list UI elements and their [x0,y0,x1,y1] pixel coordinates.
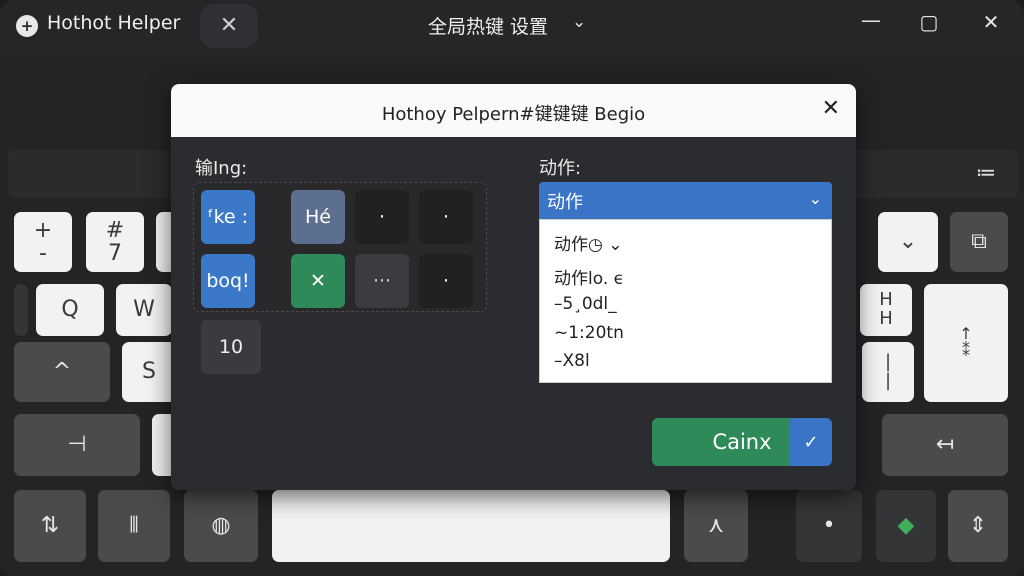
key-cell[interactable]: ᶠke : [201,190,255,244]
dropdown-option[interactable]: –5¸0dl_ [554,294,617,314]
key-cell[interactable]: boq! [201,254,255,308]
chevron-down-icon: ⌄ [808,189,822,208]
keyboard-key[interactable]: ⇅ [14,490,86,562]
keyboard-key[interactable]: • [796,490,862,562]
dialog-title: Hothoy Pelpern#键键键 Begio [381,104,646,125]
cancel-button[interactable]: Cainx [652,418,792,466]
chevron-down-icon[interactable]: ⌄ [572,12,586,32]
settings-title[interactable]: 全局热键 设置 [428,12,548,39]
space-key[interactable] [272,490,670,562]
app-logo-icon: + [16,15,38,37]
keyboard-key[interactable]: ^ [14,342,110,402]
keyboard-key[interactable]: ◆ [876,490,936,562]
keyboard-key[interactable]: ⌄ [878,212,938,272]
action-label: 动作: [539,158,582,179]
globe-icon: ◍ [211,513,231,539]
dialog-header: Hothoy Pelpern#键键键 Begio ✕ [171,84,856,137]
keyboard-key[interactable]: | | [862,342,914,402]
keyboard-key[interactable]: ⦀ [98,490,170,562]
confirm-button[interactable]: ✓ [790,418,832,466]
keyboard-key[interactable]: #7 [86,212,144,272]
tab-close-button[interactable]: ✕ [200,4,258,48]
dropdown-option[interactable]: ~1:20tn [554,323,624,343]
keyboard-key[interactable]: ⋏ [684,490,748,562]
key-cell[interactable]: · [419,190,473,244]
dropdown-option[interactable]: 动作◷ ⌄ [554,230,622,255]
key-cell[interactable]: · [355,190,409,244]
action-select[interactable]: 动作 ⌄ [539,182,832,219]
keyboard-key[interactable]: ⧉ [950,212,1008,272]
keyboard-key[interactable] [14,284,28,336]
key-cell[interactable]: ✕ [291,254,345,308]
select-value: 动作 [547,192,583,213]
input-label: 输Ing: [195,158,248,179]
key-cell[interactable]: Hé [291,190,345,244]
globe-key[interactable]: ◍ [184,490,258,562]
key-cell[interactable]: ··· [355,254,409,308]
keyboard-key[interactable]: ⊣ [14,414,140,476]
window-close-button[interactable]: ✕ [976,10,1006,34]
hotkey-dialog: Hothoy Pelpern#键键键 Begio ✕ 输Ing: 动作: ᶠke… [171,84,856,490]
app-window: + Hothot Helper ✕ 全局热键 设置 ⌄ — ▢ ✕ ≔ + - #… [0,0,1024,576]
list-view-icon[interactable]: ≔ [976,160,996,184]
dropdown-option[interactable]: 动作lo. ϵ [554,264,624,289]
keyboard-key[interactable]: ↑ ⁑ [924,284,1008,402]
key-cell[interactable]: · [419,254,473,308]
keyboard-key[interactable]: S [122,342,176,402]
keyboard-key[interactable]: HH [860,284,912,336]
app-title: Hothot Helper [47,12,181,34]
dialog-close-button[interactable]: ✕ [822,96,840,121]
action-dropdown: 动作◷ ⌄ 动作lo. ϵ –5¸0dl_ ~1:20tn –X8l [539,219,832,383]
maximize-button[interactable]: ▢ [914,10,944,34]
key-cell[interactable]: 10 [201,320,261,374]
keyboard-key[interactable]: W [116,284,172,336]
keyboard-key[interactable]: Q [36,284,104,336]
keyboard-key[interactable]: + - [14,212,72,272]
title-bar: + Hothot Helper ✕ 全局热键 设置 ⌄ — ▢ ✕ [0,0,1024,52]
minimize-button[interactable]: — [856,8,886,32]
dropdown-option[interactable]: –X8l [554,351,590,371]
keyboard-key[interactable]: ⇕ [948,490,1008,562]
check-icon: ✓ [803,431,819,453]
keyboard-key[interactable]: ↤ [882,414,1008,476]
